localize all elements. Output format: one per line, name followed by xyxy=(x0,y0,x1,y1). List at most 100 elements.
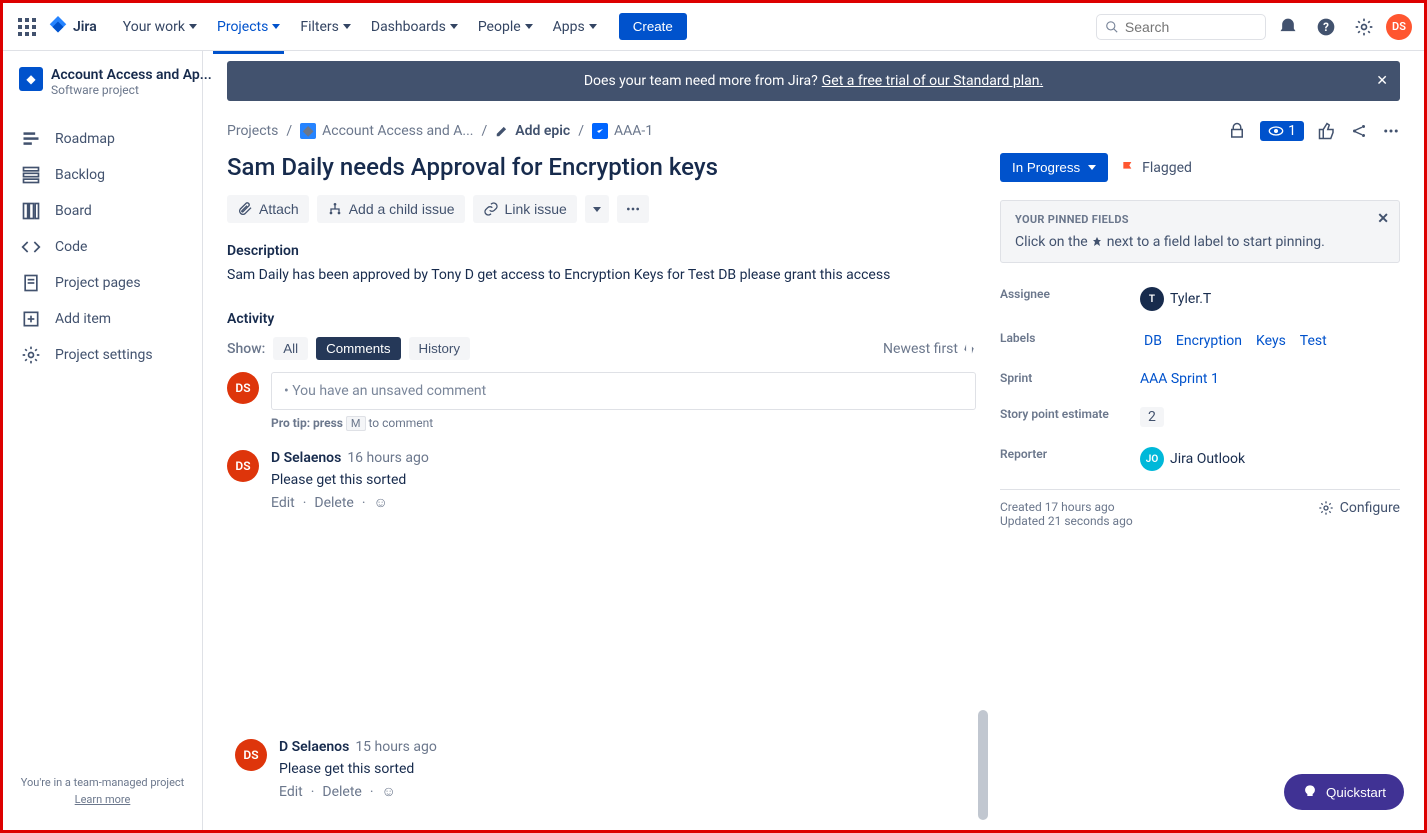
more-icon[interactable] xyxy=(1382,122,1400,140)
search-input[interactable] xyxy=(1125,19,1257,35)
comment-text: Please get this sorted xyxy=(279,761,437,777)
nav-apps[interactable]: Apps xyxy=(545,13,605,41)
sidebar-code[interactable]: Code xyxy=(11,229,194,265)
project-header[interactable]: ◆ Account Access and Ap... Software proj… xyxy=(11,67,194,113)
jira-logo[interactable]: Jira xyxy=(47,16,97,38)
sidebar-backlog[interactable]: Backlog xyxy=(11,157,194,193)
board-icon xyxy=(21,201,41,221)
filter-comments[interactable]: Comments xyxy=(316,337,400,360)
status-button[interactable]: In Progress xyxy=(1000,153,1108,182)
pinned-close-icon[interactable]: ✕ xyxy=(1377,211,1389,227)
nav-your-work[interactable]: Your work xyxy=(115,13,205,41)
filter-all[interactable]: All xyxy=(273,337,308,360)
settings-icon[interactable] xyxy=(1348,11,1380,43)
banner-close-icon[interactable]: ✕ xyxy=(1376,73,1388,89)
child-icon xyxy=(327,201,343,217)
sidebar: ◆ Account Access and Ap... Software proj… xyxy=(3,51,203,830)
filter-history[interactable]: History xyxy=(409,337,470,360)
nav-people[interactable]: People xyxy=(470,13,541,41)
comment-edit[interactable]: Edit xyxy=(271,495,295,511)
chevron-down-icon xyxy=(1088,165,1096,170)
sidebar-footer: You're in a team-managed project Learn m… xyxy=(11,768,194,814)
current-user-avatar: DS xyxy=(227,372,259,404)
updated-text: Updated 21 seconds ago xyxy=(1000,514,1133,528)
dots-icon xyxy=(625,201,641,217)
link-issue-button[interactable]: Link issue xyxy=(473,195,577,223)
field-assignee[interactable]: Assignee TTyler.T xyxy=(1000,277,1400,321)
code-icon xyxy=(21,237,41,257)
field-story-points[interactable]: Story point estimate 2 xyxy=(1000,397,1400,437)
lock-icon[interactable] xyxy=(1228,122,1246,140)
label-chip[interactable]: Keys xyxy=(1252,331,1290,351)
label-chip[interactable]: Encryption xyxy=(1172,331,1246,351)
configure-button[interactable]: Configure xyxy=(1318,500,1400,516)
sidebar-add-item[interactable]: Add item xyxy=(11,301,194,337)
label-chip[interactable]: DB xyxy=(1140,331,1166,351)
reporter-avatar: JO xyxy=(1140,447,1164,471)
comment-edit[interactable]: Edit xyxy=(279,784,303,800)
issue-title[interactable]: Sam Daily needs Approval for Encryption … xyxy=(227,153,976,181)
attach-button[interactable]: Attach xyxy=(227,195,309,223)
help-icon[interactable]: ? xyxy=(1310,11,1342,43)
logo-text: Jira xyxy=(73,19,97,35)
user-avatar[interactable]: DS xyxy=(1386,14,1412,40)
comment-input[interactable]: • You have an unsaved comment xyxy=(271,372,976,410)
nav-dashboards[interactable]: Dashboards xyxy=(363,13,466,41)
pinned-hint: Click on the next to a field label to st… xyxy=(1015,234,1385,250)
sort-button[interactable]: Newest first xyxy=(883,341,976,357)
roadmap-icon xyxy=(21,129,41,149)
comment-react-icon[interactable]: ☺ xyxy=(382,783,396,800)
sidebar-roadmap[interactable]: Roadmap xyxy=(11,121,194,157)
project-name: Account Access and Ap... xyxy=(51,67,212,83)
chevron-down-icon xyxy=(450,24,458,29)
sidebar-board[interactable]: Board xyxy=(11,193,194,229)
crumb-project[interactable]: ◆Account Access and A... xyxy=(300,123,473,139)
comment-time: 15 hours ago xyxy=(355,739,437,755)
quickstart-button[interactable]: Quickstart xyxy=(1284,774,1404,810)
assignee-avatar: T xyxy=(1140,287,1164,311)
chevron-down-icon xyxy=(272,24,280,29)
field-sprint[interactable]: Sprint AAA Sprint 1 xyxy=(1000,361,1400,397)
show-label: Show: xyxy=(227,341,265,357)
watch-button[interactable]: 1 xyxy=(1260,121,1304,141)
comment-delete[interactable]: Delete xyxy=(322,784,361,800)
comment-time: 16 hours ago xyxy=(347,450,429,466)
field-labels[interactable]: Labels DB Encryption Keys Test xyxy=(1000,321,1400,361)
chevron-down-icon xyxy=(589,24,597,29)
flag-icon xyxy=(1120,160,1136,176)
comment-delete[interactable]: Delete xyxy=(314,495,353,511)
chevron-down-icon xyxy=(189,24,197,29)
banner-link[interactable]: Get a free trial of our Standard plan. xyxy=(822,73,1043,89)
project-icon: ◆ xyxy=(19,67,43,91)
link-dropdown-button[interactable] xyxy=(585,195,609,223)
crumb-projects[interactable]: Projects xyxy=(227,123,278,139)
nav-filters[interactable]: Filters xyxy=(292,13,359,41)
more-actions-button[interactable] xyxy=(617,195,649,223)
search-box[interactable] xyxy=(1096,14,1266,40)
sidebar-pages[interactable]: Project pages xyxy=(11,265,194,301)
crumb-issue-key[interactable]: AAA-1 xyxy=(592,123,653,139)
nav-projects[interactable]: Projects xyxy=(209,13,288,41)
gear-icon xyxy=(21,345,41,365)
crumb-add-epic[interactable]: Add epic xyxy=(495,123,570,139)
activity-heading: Activity xyxy=(227,311,976,327)
share-icon[interactable] xyxy=(1350,122,1368,140)
add-child-button[interactable]: Add a child issue xyxy=(317,195,465,223)
label-chip[interactable]: Test xyxy=(1296,331,1331,351)
app-switcher-icon[interactable] xyxy=(15,15,39,39)
learn-more-link[interactable]: Learn more xyxy=(19,793,186,806)
comment-react-icon[interactable]: ☺ xyxy=(374,494,388,511)
like-icon[interactable] xyxy=(1318,122,1336,140)
comment-avatar: DS xyxy=(227,450,259,482)
description-text[interactable]: Sam Daily has been approved by Tony D ge… xyxy=(227,267,976,283)
scrollbar[interactable] xyxy=(978,710,988,820)
create-button[interactable]: Create xyxy=(619,13,687,40)
comment-author[interactable]: D Selaenos xyxy=(271,450,341,466)
sidebar-settings[interactable]: Project settings xyxy=(11,337,194,373)
field-reporter[interactable]: Reporter JOJira Outlook xyxy=(1000,437,1400,481)
pinned-fields-box: YOUR PINNED FIELDS Click on the next to … xyxy=(1000,200,1400,263)
flagged-indicator[interactable]: Flagged xyxy=(1120,160,1192,176)
notifications-icon[interactable] xyxy=(1272,11,1304,43)
gear-icon xyxy=(1318,500,1334,516)
comment-author[interactable]: D Selaenos xyxy=(279,739,349,755)
